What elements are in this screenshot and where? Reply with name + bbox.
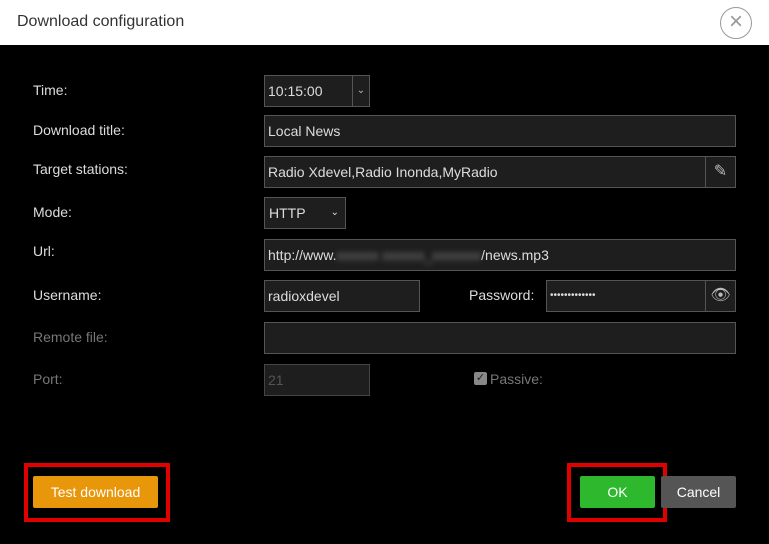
title-input[interactable]: Local News (264, 115, 736, 147)
stations-input[interactable]: Radio Xdevel,Radio Inonda,MyRadio (264, 156, 706, 188)
password-input[interactable]: ••••••••••••• (546, 280, 706, 312)
dialog-title: Download configuration (17, 13, 185, 30)
pencil-icon[interactable]: ✎ (705, 156, 736, 188)
cancel-button[interactable]: Cancel (661, 476, 736, 508)
password-label: Password: (469, 287, 535, 303)
url-label: Url: (33, 243, 55, 259)
remote-file-label: Remote file: (33, 329, 108, 345)
mode-select[interactable]: HTTP ⌄ (264, 197, 346, 229)
url-input[interactable]: http://www.xxxxxx xxxxxx_xxxxxxx/news.mp… (264, 239, 736, 271)
mode-label: Mode: (33, 204, 72, 220)
url-suffix: /news.mp3 (481, 247, 549, 263)
passive-label: Passive: (490, 371, 543, 387)
eye-icon[interactable]: 👁 (705, 280, 736, 312)
passive-checkbox[interactable]: ✓ (474, 372, 487, 385)
username-input[interactable]: radioxdevel (264, 280, 420, 312)
test-download-button[interactable]: Test download (33, 476, 158, 508)
port-label: Port: (33, 371, 63, 387)
port-input[interactable]: 21 (264, 364, 370, 396)
chevron-down-icon: ⌄ (330, 207, 339, 218)
remote-file-input[interactable] (264, 322, 736, 354)
title-label: Download title: (33, 122, 125, 138)
dialog-body: Time: 10:15:00 ⌄ Download title: Local N… (0, 45, 769, 544)
url-redacted: xxxxxx xxxxxx_xxxxxxx (336, 247, 482, 263)
username-label: Username: (33, 287, 102, 303)
time-label: Time: (33, 82, 68, 98)
chevron-down-icon[interactable]: ⌄ (352, 75, 370, 107)
close-icon[interactable]: × (720, 7, 752, 39)
url-prefix: http://www. (268, 247, 337, 263)
time-input[interactable]: 10:15:00 (264, 75, 353, 107)
dialog-titlebar: Download configuration × (0, 0, 769, 45)
ok-button[interactable]: OK (580, 476, 655, 508)
stations-label: Target stations: (33, 161, 128, 177)
mode-value: HTTP (269, 205, 306, 221)
